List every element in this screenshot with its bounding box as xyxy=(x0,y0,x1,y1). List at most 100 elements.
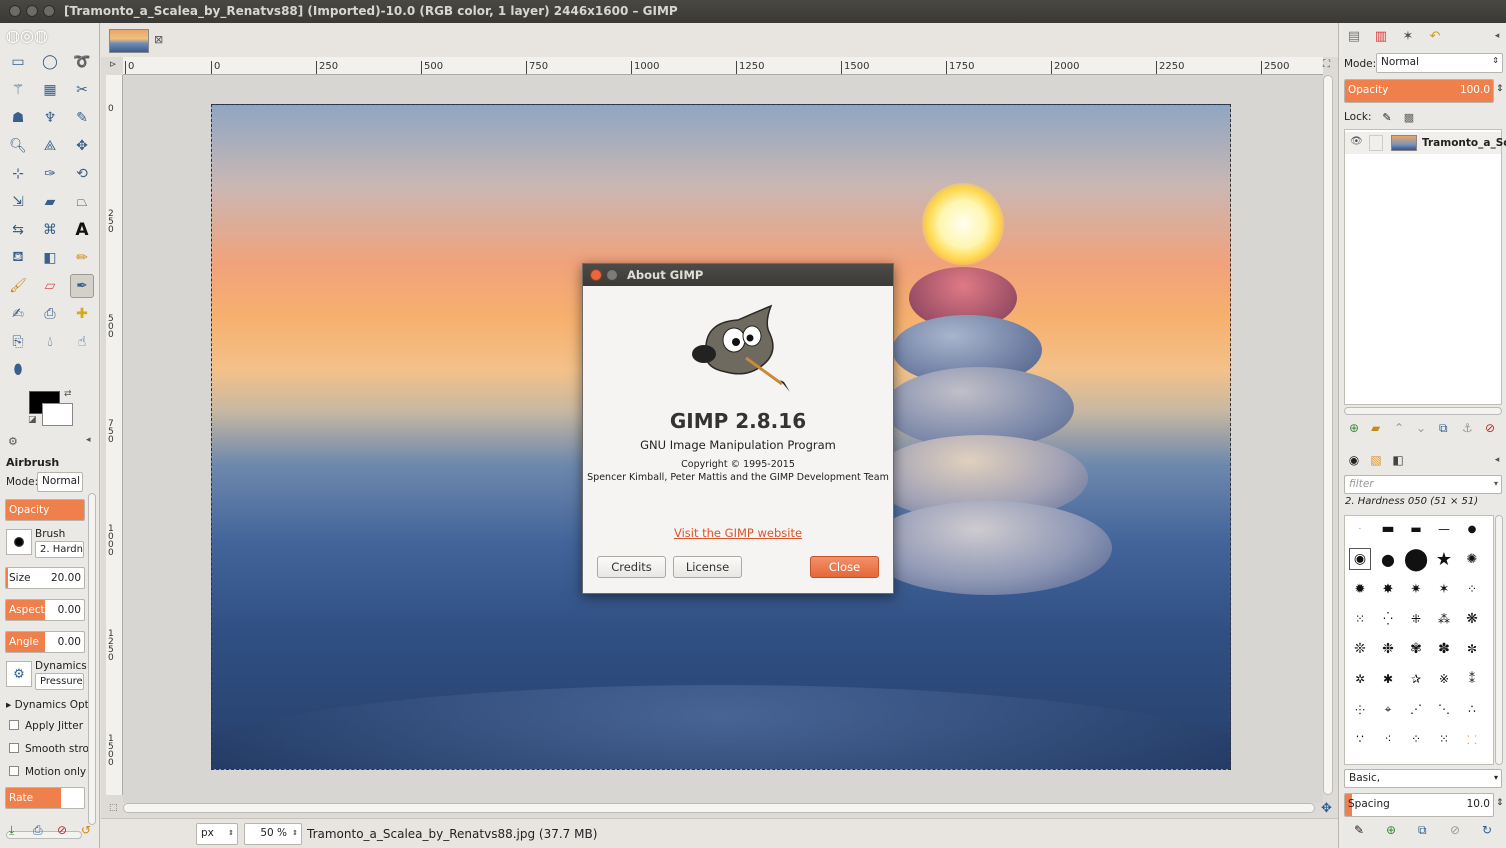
edit-brush-icon[interactable]: ✎ xyxy=(1354,823,1364,837)
ellipse-select-icon[interactable]: ◯ xyxy=(38,50,62,74)
new-brush-icon[interactable]: ⊕ xyxy=(1386,823,1396,837)
dock-menu-icon[interactable]: ◂ xyxy=(1487,26,1506,46)
navigation-icon[interactable]: ✥ xyxy=(1321,801,1332,816)
lower-layer-icon[interactable]: ⌄ xyxy=(1416,421,1426,435)
brush-preview[interactable]: ● xyxy=(1377,548,1399,570)
brush-preview[interactable]: ⁘ xyxy=(1461,578,1483,600)
delete-options-icon[interactable]: ⊘ xyxy=(57,823,67,837)
credits-button[interactable]: Credits xyxy=(597,556,666,578)
restore-options-icon[interactable]: ⎙ xyxy=(33,823,43,838)
brush-preview[interactable]: ❉ xyxy=(1377,638,1399,660)
panel-menu-icon[interactable]: ◂ xyxy=(86,435,91,445)
apply-jitter-checkbox[interactable]: Apply Jitter xyxy=(9,720,83,732)
delete-layer-icon[interactable]: ⊘ xyxy=(1485,421,1495,435)
lock-alpha-icon[interactable]: ▩ xyxy=(1399,107,1419,127)
brush-preview[interactable]: ✸ xyxy=(1377,578,1399,600)
new-layer-icon[interactable]: ⊕ xyxy=(1349,421,1359,435)
perspective-clone-icon[interactable]: ⎘ xyxy=(6,330,30,354)
angle-slider[interactable]: Angle 0.00 xyxy=(5,631,85,653)
brush-preview[interactable]: ✼ xyxy=(1461,638,1483,660)
brush-preview[interactable]: ⋰ xyxy=(1405,698,1427,720)
bucket-fill-icon[interactable]: ⛾ xyxy=(6,246,30,270)
brush-preview[interactable]: ✽ xyxy=(1433,638,1455,660)
save-options-icon[interactable]: ⤓ xyxy=(9,823,14,838)
brush-preview[interactable]: ⁛ xyxy=(1377,608,1399,630)
brush-preview[interactable]: ∴ xyxy=(1461,698,1483,720)
brush-preview[interactable]: ● xyxy=(1461,518,1483,540)
paths-tab-icon[interactable]: ✶ xyxy=(1398,26,1418,46)
tool-options-scrollbar[interactable] xyxy=(88,493,96,825)
dodge-burn-icon[interactable]: ⬮ xyxy=(6,358,30,382)
background-color-swatch[interactable] xyxy=(42,403,73,426)
free-select-icon[interactable]: ➰ xyxy=(70,50,94,74)
brush-preview[interactable]: ✱ xyxy=(1377,668,1399,690)
brush-preview[interactable]: ✾ xyxy=(1405,638,1427,660)
blend-icon[interactable]: ◧ xyxy=(38,246,62,270)
zoom-select[interactable]: 50 % ⇕ xyxy=(244,823,302,845)
brush-preview[interactable]: ⁙ xyxy=(1433,728,1455,750)
brush-preview[interactable]: ❊ xyxy=(1349,638,1371,660)
text-tool-icon[interactable]: A xyxy=(70,218,94,242)
unit-select[interactable]: px ⇕ xyxy=(196,823,238,845)
lock-pixels-icon[interactable]: ✎ xyxy=(1377,107,1397,127)
brush-preview[interactable]: ✺ xyxy=(1461,548,1483,570)
patterns-tab-icon[interactable]: ▧ xyxy=(1366,450,1386,470)
scissors-icon[interactable]: ✂ xyxy=(70,78,94,102)
foreground-select-icon[interactable]: ☗ xyxy=(6,106,30,130)
chain-icon[interactable] xyxy=(1369,135,1383,151)
delete-brush-icon[interactable]: ⊘ xyxy=(1450,823,1460,837)
brush-preview[interactable]: ▬ xyxy=(1405,518,1427,540)
smooth-stroke-checkbox[interactable]: Smooth strol xyxy=(9,743,92,755)
opacity-slider[interactable]: Opacity xyxy=(5,499,85,521)
close-tab-icon[interactable]: ⊠ xyxy=(154,33,163,46)
brush-preview[interactable]: ⁂ xyxy=(1433,608,1455,630)
layer-list-hscrollbar[interactable] xyxy=(1344,407,1502,415)
size-slider[interactable]: Size 20.00 xyxy=(5,567,85,589)
heal-icon[interactable]: ✚ xyxy=(70,302,94,326)
dialog-close-button[interactable] xyxy=(590,269,602,281)
vertical-scrollbar[interactable] xyxy=(1323,75,1333,795)
shear-icon[interactable]: ▰ xyxy=(38,190,62,214)
spin-arrows-icon[interactable]: ⇕ xyxy=(1496,84,1504,94)
default-colors-icon[interactable]: ◪ xyxy=(28,415,37,425)
measure-icon[interactable]: ⟁ xyxy=(38,134,62,158)
layer-opacity-slider[interactable]: Opacity 100.0 xyxy=(1344,79,1494,103)
crop-icon[interactable]: ✑ xyxy=(38,162,62,186)
gradients-tab-icon[interactable]: ◧ xyxy=(1388,450,1408,470)
brush-preview[interactable]: ⁘ xyxy=(1405,728,1427,750)
tool-options-tab-icon[interactable]: ⚙ xyxy=(8,435,18,448)
spin-arrows-icon[interactable]: ⇕ xyxy=(1496,798,1504,808)
mode-select[interactable]: Normal xyxy=(37,472,83,492)
blur-icon[interactable]: 💧︎ xyxy=(38,330,62,354)
anchor-layer-icon[interactable]: ⚓ xyxy=(1462,421,1473,435)
brush-preview[interactable]: ◉ xyxy=(1349,548,1371,570)
pencil-icon[interactable]: ✏ xyxy=(70,246,94,270)
refresh-brushes-icon[interactable]: ↻ xyxy=(1482,823,1492,837)
brush-preview[interactable]: ⸬ xyxy=(1461,728,1483,750)
fuzzy-select-icon[interactable]: ⚚ xyxy=(6,78,30,102)
reset-options-icon[interactable]: ↺ xyxy=(81,823,91,837)
brush-preview[interactable]: ✲ xyxy=(1349,668,1371,690)
brush-preview[interactable]: · xyxy=(1349,518,1371,540)
layer-mode-select[interactable]: Normal ⇕ xyxy=(1376,53,1503,73)
flip-icon[interactable]: ⇆ xyxy=(6,218,30,242)
rotate-icon[interactable]: ⟲ xyxy=(70,162,94,186)
rate-slider[interactable]: Rate xyxy=(5,787,85,809)
close-window-button[interactable] xyxy=(9,5,21,17)
brush-grid-scrollbar[interactable] xyxy=(1495,515,1503,765)
move-icon[interactable]: ✥ xyxy=(70,134,94,158)
brush-preview[interactable] xyxy=(6,529,32,555)
duplicate-layer-icon[interactable]: ⧉ xyxy=(1439,421,1448,436)
navigate-icon[interactable]: ⛶ xyxy=(1323,59,1330,70)
brush-preview[interactable]: ∵ xyxy=(1349,728,1371,750)
license-button[interactable]: License xyxy=(673,556,742,578)
minimize-window-button[interactable] xyxy=(26,5,38,17)
ink-icon[interactable]: ✍ xyxy=(6,302,30,326)
rect-select-icon[interactable]: ▭ xyxy=(6,50,30,74)
brush-spacing-slider[interactable]: Spacing 10.0 xyxy=(1344,793,1494,817)
brush-preview[interactable]: — xyxy=(1433,518,1455,540)
clone-icon[interactable]: ⎙ xyxy=(38,302,62,326)
brush-preview[interactable]: ★ xyxy=(1433,548,1455,570)
select-by-color-icon[interactable]: ▦ xyxy=(38,78,62,102)
dynamics-options-expander[interactable]: ▸ Dynamics Opt xyxy=(6,699,89,711)
